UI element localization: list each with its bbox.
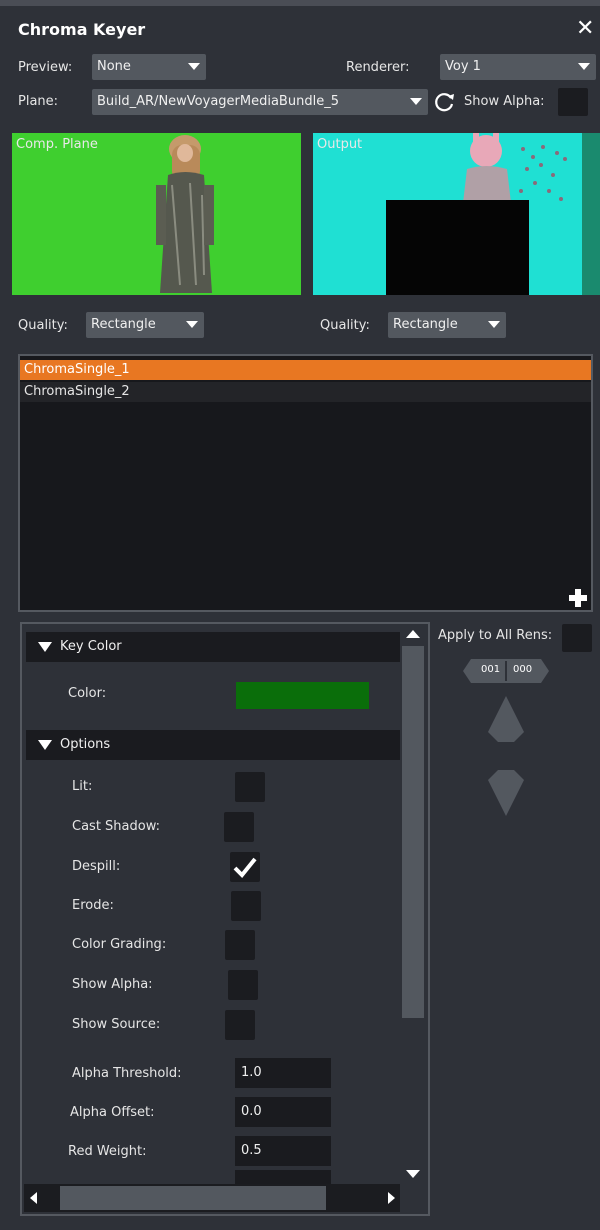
- plane-dropdown[interactable]: Build_AR/NewVoyagerMediaBundle_5: [92, 89, 428, 115]
- show-source-label: Show Source:: [72, 1017, 161, 1032]
- close-icon[interactable]: ✕: [576, 16, 594, 41]
- preview-dropdown[interactable]: None: [92, 54, 206, 80]
- erode-checkbox[interactable]: [231, 891, 261, 921]
- checkmark-icon: [233, 857, 257, 878]
- options-header-label: Options: [60, 737, 111, 752]
- scroll-right-icon[interactable]: [388, 1192, 395, 1204]
- comp-plane-viewport[interactable]: Comp. Plane: [12, 133, 301, 295]
- horizontal-scroll-thumb[interactable]: [60, 1186, 326, 1210]
- vertical-scrollbar[interactable]: [400, 626, 428, 1186]
- chevron-down-icon: [488, 321, 500, 328]
- quality-label-right: Quality:: [320, 318, 370, 333]
- color-grading-label: Color Grading:: [72, 937, 167, 952]
- alpha-threshold-label: Alpha Threshold:: [72, 1066, 182, 1081]
- refresh-icon[interactable]: [431, 89, 457, 115]
- collapse-triangle-icon: [38, 642, 52, 652]
- plane-label: Plane:: [18, 94, 59, 109]
- counter-b: 000: [513, 664, 533, 675]
- options-section-header[interactable]: Options: [26, 730, 400, 760]
- apply-all-checkbox[interactable]: [562, 624, 592, 652]
- chevron-down-icon: [188, 63, 200, 70]
- preview-dropdown-value: None: [97, 59, 131, 74]
- quality-dropdown-right-value: Rectangle: [393, 317, 458, 332]
- despill-checkbox[interactable]: [230, 852, 260, 882]
- chevron-down-icon: [578, 63, 590, 70]
- red-weight-input[interactable]: 0.5: [235, 1136, 331, 1166]
- chroma-list: ChromaSingle_1 ChromaSingle_2: [18, 354, 593, 612]
- show-alpha-option-label: Show Alpha:: [72, 977, 153, 992]
- scroll-up-icon[interactable]: [406, 630, 420, 638]
- show-alpha-label: Show Alpha:: [464, 94, 545, 109]
- list-item-chromasingle-1[interactable]: ChromaSingle_1: [20, 360, 591, 380]
- quality-dropdown-right[interactable]: Rectangle: [388, 312, 506, 338]
- scroll-left-icon[interactable]: [30, 1192, 37, 1204]
- lit-label: Lit:: [72, 779, 93, 794]
- subject-figure-image: [156, 135, 214, 293]
- chevron-down-icon: [410, 98, 422, 105]
- show-source-checkbox[interactable]: [225, 1010, 255, 1040]
- list-item-chromasingle-2[interactable]: ChromaSingle_2: [20, 382, 591, 402]
- vertical-scroll-thumb[interactable]: [402, 646, 424, 1018]
- quality-dropdown-left-value: Rectangle: [91, 317, 156, 332]
- output-noise-image: [519, 145, 567, 201]
- apply-all-label: Apply to All Rens:: [438, 628, 553, 643]
- output-viewport[interactable]: Output: [313, 133, 600, 295]
- move-down-icon[interactable]: [486, 768, 526, 818]
- output-mask-rect: [386, 200, 529, 295]
- color-label: Color:: [68, 686, 107, 701]
- collapse-triangle-icon: [38, 740, 52, 750]
- preview-label: Preview:: [18, 60, 73, 75]
- add-icon[interactable]: [568, 588, 588, 608]
- quality-label-left: Quality:: [18, 318, 68, 333]
- key-color-swatch[interactable]: [236, 682, 369, 709]
- renderer-dropdown-value: Voy 1: [445, 59, 481, 74]
- alpha-threshold-input[interactable]: 1.0: [235, 1058, 331, 1088]
- comp-plane-label: Comp. Plane: [16, 137, 98, 152]
- color-grading-checkbox[interactable]: [225, 930, 255, 960]
- show-alpha-option-checkbox[interactable]: [228, 970, 258, 1000]
- counter-display: 001 000: [463, 659, 549, 683]
- cast-shadow-label: Cast Shadow:: [72, 819, 161, 834]
- renderer-dropdown[interactable]: Voy 1: [440, 54, 596, 80]
- cast-shadow-checkbox[interactable]: [224, 812, 254, 842]
- despill-label: Despill:: [72, 859, 121, 874]
- renderer-label: Renderer:: [346, 60, 410, 75]
- lit-checkbox[interactable]: [235, 772, 265, 802]
- properties-panel: Key Color Color: Options Lit: Cast Shado…: [20, 622, 430, 1216]
- alpha-offset-input[interactable]: 0.0: [235, 1097, 331, 1127]
- horizontal-scrollbar[interactable]: [24, 1184, 400, 1212]
- show-alpha-checkbox[interactable]: [558, 88, 588, 116]
- quality-dropdown-left[interactable]: Rectangle: [86, 312, 204, 338]
- move-up-icon[interactable]: [486, 694, 526, 744]
- alpha-offset-label: Alpha Offset:: [70, 1105, 155, 1120]
- red-weight-label: Red Weight:: [68, 1144, 147, 1159]
- key-color-section-header[interactable]: Key Color: [26, 632, 400, 662]
- plane-dropdown-value: Build_AR/NewVoyagerMediaBundle_5: [97, 94, 339, 109]
- erode-label: Erode:: [72, 898, 114, 913]
- counter-a: 001: [481, 664, 501, 675]
- window-title: Chroma Keyer: [18, 20, 146, 39]
- next-input-partial[interactable]: [235, 1170, 331, 1184]
- chevron-down-icon: [186, 321, 198, 328]
- output-label: Output: [317, 137, 363, 152]
- key-color-header-label: Key Color: [60, 639, 122, 654]
- output-edge-strip: [582, 133, 600, 295]
- scroll-down-icon[interactable]: [406, 1170, 420, 1178]
